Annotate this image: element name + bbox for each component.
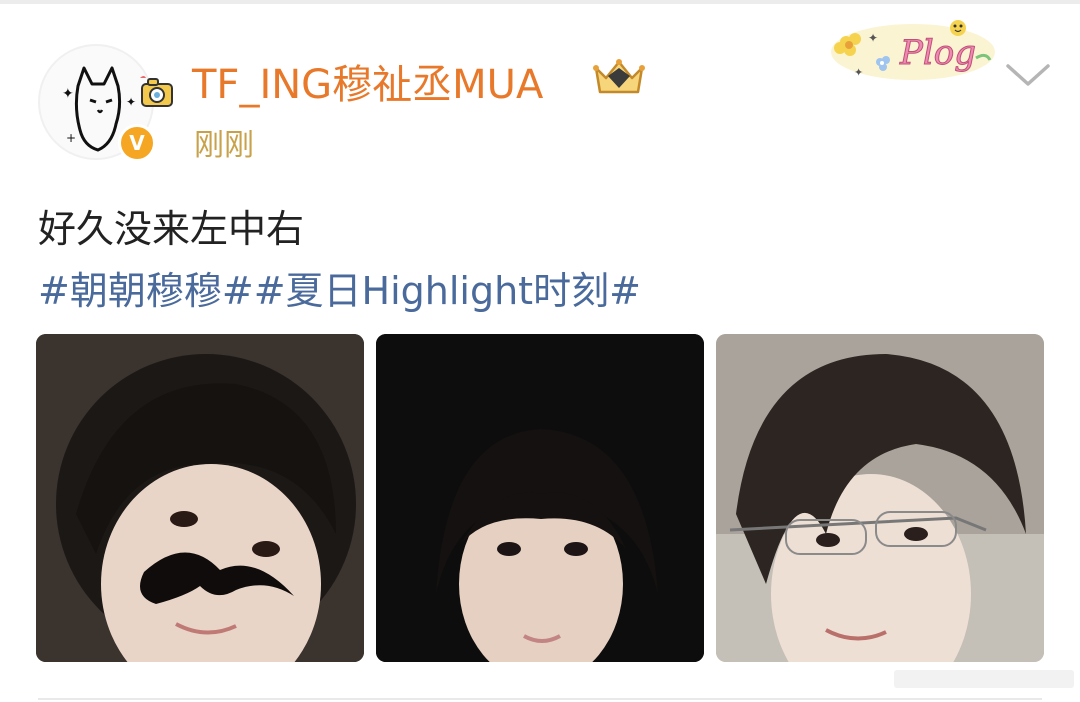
svg-text:✦: ✦ (854, 66, 863, 79)
svg-text:✦: ✦ (868, 31, 878, 45)
username[interactable]: TF_ING穆祉丞MUA (192, 52, 543, 110)
plog-sticker-icon: ✦ ✦ Plog (828, 12, 998, 86)
photo-3-placeholder (716, 334, 1044, 662)
post-image[interactable] (716, 334, 1044, 662)
camera-sticker-icon (138, 74, 178, 114)
svg-text:✦: ✦ (62, 86, 74, 102)
post-text: 好久没来左中右 (38, 207, 305, 251)
hashtag-link[interactable]: #朝朝穆穆# (38, 269, 254, 313)
post-image[interactable] (376, 334, 704, 662)
svg-text:+: + (66, 131, 76, 145)
photo-2-placeholder (376, 334, 704, 662)
plog-text: Plog (899, 33, 976, 73)
photo-1-placeholder (36, 334, 364, 662)
post-divider (38, 698, 1042, 700)
hashtag-line: #朝朝穆穆##夏日Highlight时刻# (38, 260, 641, 315)
post-timestamp: 刚刚 (194, 128, 254, 163)
chevron-down-icon[interactable] (1004, 60, 1052, 94)
watermark-icon (890, 664, 1080, 696)
hashtag-link[interactable]: #夏日Highlight时刻# (254, 269, 641, 313)
top-divider (0, 0, 1080, 4)
verified-badge-icon: V (118, 124, 156, 162)
svg-text:✦: ✦ (126, 95, 136, 109)
post-image[interactable] (36, 334, 364, 662)
crown-badge-icon[interactable] (590, 54, 648, 102)
